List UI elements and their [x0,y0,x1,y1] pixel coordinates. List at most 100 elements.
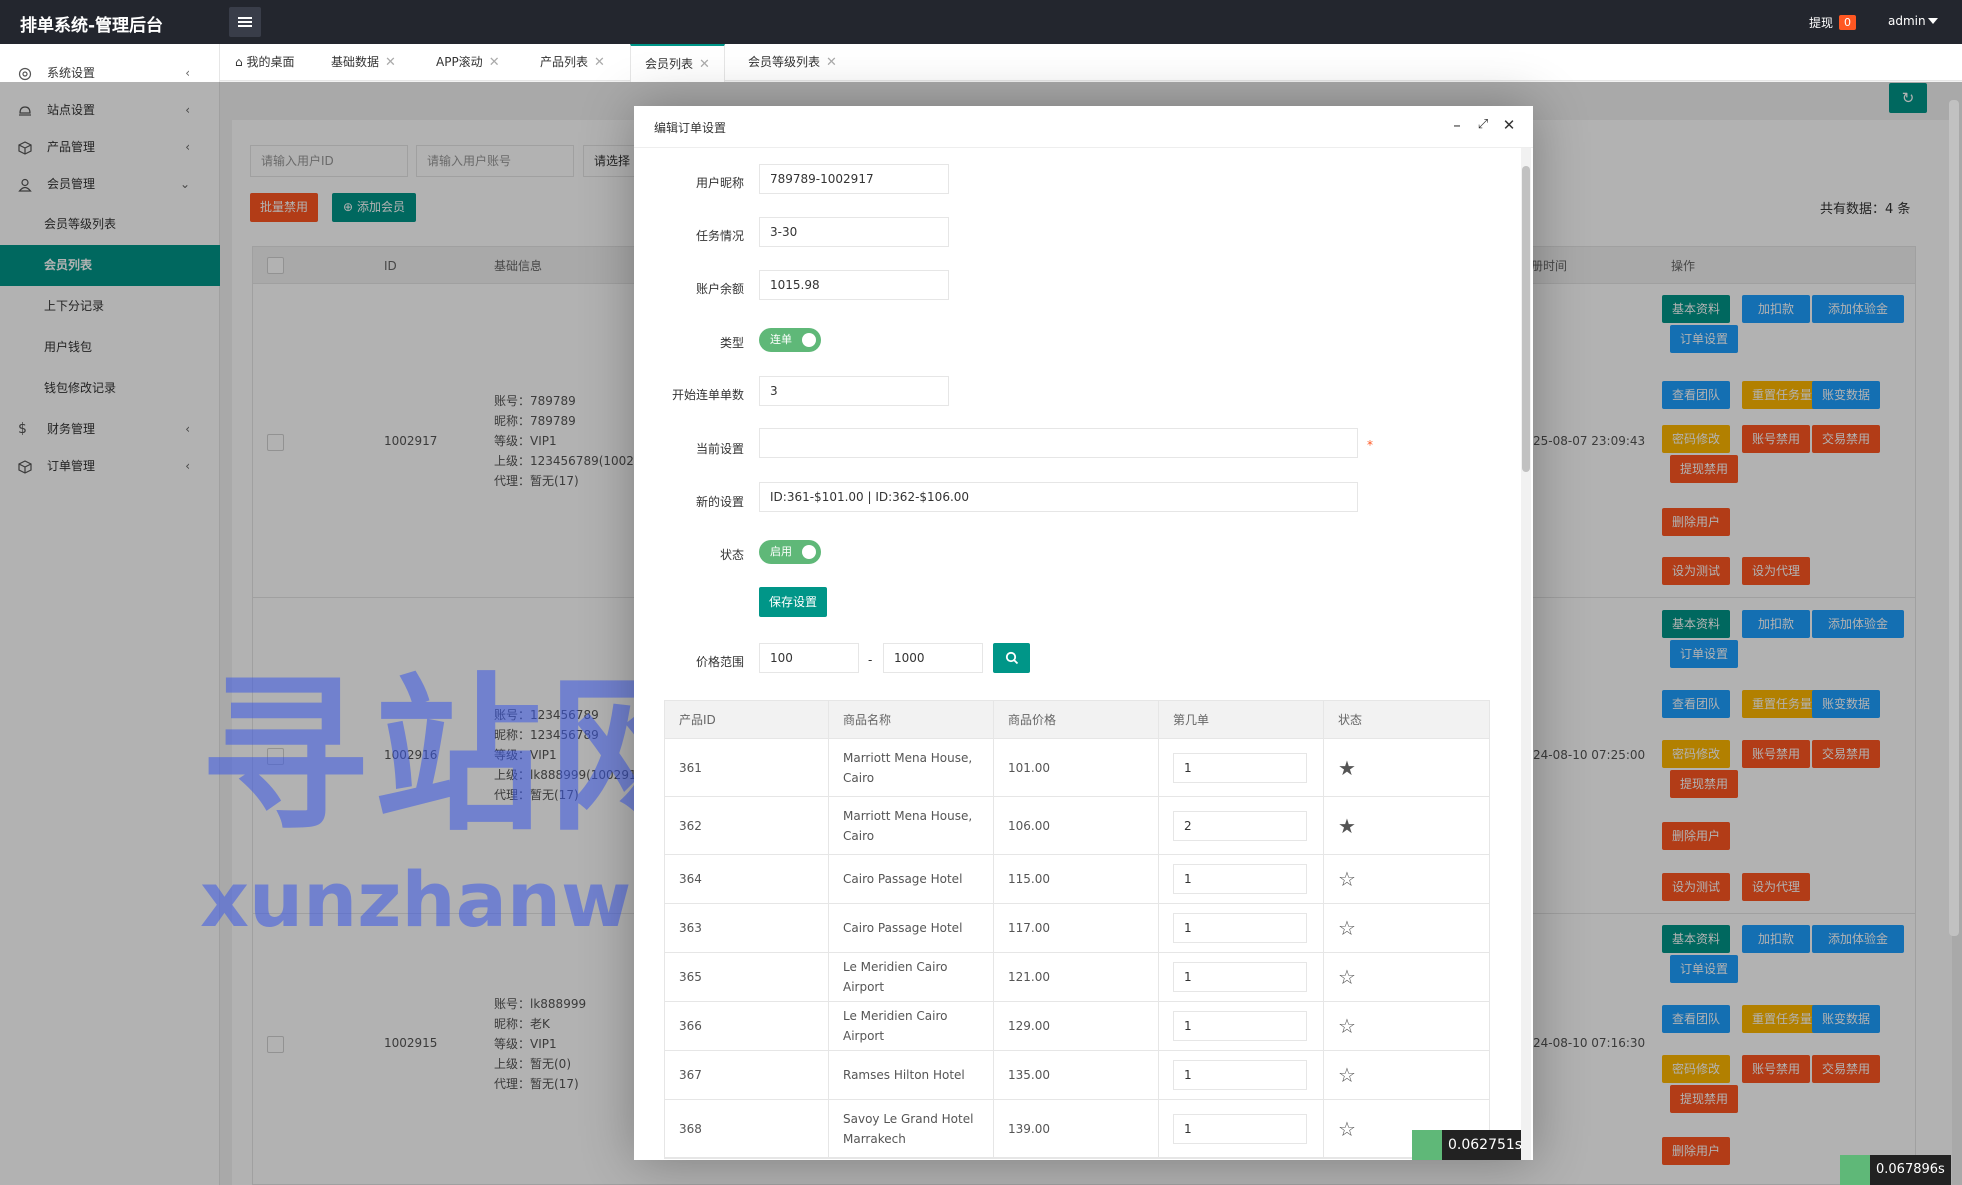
product-id: 363 [665,904,829,952]
order-number-cell: 1 [1159,904,1324,952]
order-number-input[interactable]: 1 [1173,1113,1307,1144]
tab-label: APP滚动 [436,55,483,69]
close-icon[interactable]: ✕ [489,55,500,70]
minimize-icon[interactable]: – [1448,116,1466,134]
close-icon[interactable]: ✕ [826,55,837,70]
product-row: 362 Marriott Mena House, Cairo 106.00 2 ★ [665,797,1489,855]
product-name: Marriott Mena House, Cairo [829,739,994,796]
tab-desktop[interactable]: ⌂ 我的桌面 [235,44,294,81]
order-number-input[interactable]: 1 [1173,913,1307,943]
order-number-input[interactable]: 1 [1173,864,1307,894]
page-timer: 0.067896s [1870,1155,1951,1185]
status-cell: ★ [1324,797,1490,854]
product-row: 361 Marriott Mena House, Cairo 101.00 1 ★ [665,739,1489,797]
star-outline-icon[interactable]: ☆ [1338,1063,1356,1087]
product-row: 366 Le Meridien Cairo Airport 129.00 1 ☆ [665,1002,1489,1051]
top-header: 排单系统-管理后台 提现 0 admin [0,0,1962,44]
product-price: 115.00 [994,855,1159,903]
order-number-cell: 1 [1159,1100,1324,1157]
close-icon[interactable]: ✕ [1500,116,1518,134]
star-outline-icon[interactable]: ☆ [1338,867,1356,891]
tab-member-levels[interactable]: 会员等级列表 ✕ [748,44,837,81]
page-scrollbar-thumb[interactable] [1949,100,1959,936]
order-number-input[interactable]: 1 [1173,962,1307,992]
product-id: 366 [665,1002,829,1050]
current-setting-field[interactable] [759,428,1358,458]
new-setting-label: 新的设置 [695,495,744,509]
close-icon[interactable]: ✕ [385,55,396,70]
start-count-field[interactable]: 3 [759,376,949,406]
tab-basic-data[interactable]: 基础数据 ✕ [331,44,396,81]
status-label: 状态 [719,548,744,562]
order-number-input[interactable]: 1 [1173,1060,1307,1090]
product-row: 365 Le Meridien Cairo Airport 121.00 1 ☆ [665,953,1489,1002]
star-outline-icon[interactable]: ☆ [1338,916,1356,940]
maximize-icon[interactable]: ⤢ [1474,116,1492,134]
price-range-label: 价格范围 [695,655,744,669]
status-toggle[interactable]: 启用 [759,540,821,564]
task-field[interactable]: 3-30 [759,217,949,247]
price-min-field[interactable]: 100 [759,643,859,673]
nickname-field[interactable]: 789789-1002917 [759,164,949,194]
new-setting-field[interactable]: ID:361-$101.00 | ID:362-$106.00 [759,482,1358,512]
order-number-input[interactable]: 2 [1173,810,1307,841]
close-icon[interactable]: ✕ [699,57,710,72]
app-title: 排单系统-管理后台 [20,16,164,36]
user-menu[interactable]: admin [1888,14,1926,28]
caret-down-icon[interactable] [1928,18,1938,24]
col-order-number: 第几单 [1159,701,1324,738]
task-label: 任务情况 [695,229,744,243]
product-row: 367 Ramses Hilton Hotel 135.00 1 ☆ [665,1051,1489,1100]
star-outline-icon[interactable]: ☆ [1338,1014,1356,1038]
withdraw-link[interactable]: 提现 [1809,14,1833,31]
col-product-name: 商品名称 [829,701,994,738]
product-table-header: 产品ID 商品名称 商品价格 第几单 状态 [665,701,1489,739]
col-product-price: 商品价格 [994,701,1159,738]
timer-logo-icon [1412,1130,1442,1160]
timer-logo-icon [1840,1155,1870,1185]
star-outline-icon[interactable]: ☆ [1338,965,1356,989]
product-name: Savoy Le Grand Hotel Marrakech [829,1100,994,1157]
product-id: 367 [665,1051,829,1099]
order-number-cell: 1 [1159,1002,1324,1050]
product-row: 368 Savoy Le Grand Hotel Marrakech 139.00 1… [665,1100,1489,1158]
order-number-cell: 1 [1159,855,1324,903]
order-number-cell: 2 [1159,797,1324,854]
product-id: 365 [665,953,829,1001]
product-row: 363 Cairo Passage Hotel 117.00 1 ☆ [665,904,1489,953]
product-id: 368 [665,1100,829,1157]
product-table-body: 361 Marriott Mena House, Cairo 101.00 1 ★ 362… [665,739,1489,1158]
order-number-input[interactable]: 1 [1173,1011,1307,1041]
col-status: 状态 [1338,713,1363,727]
menu-toggle-button[interactable] [229,7,261,37]
price-search-button[interactable] [993,643,1030,673]
status-cell: ☆ [1324,904,1490,952]
modal-scrollbar-thumb[interactable] [1522,166,1530,472]
product-price: 117.00 [994,904,1159,952]
tab-member-list[interactable]: 会员列表 ✕ [630,44,725,82]
price-max-field[interactable]: 1000 [883,643,983,673]
tab-label: 会员列表 [645,57,694,71]
star-filled-icon[interactable]: ★ [1338,814,1356,838]
balance-field[interactable]: 1015.98 [759,270,949,300]
modal-timer: 0.062751s [1442,1130,1529,1160]
status-cell: ★ [1324,739,1490,796]
tab-app-scroll[interactable]: APP滚动 ✕ [436,44,500,81]
product-name: Le Meridien Cairo Airport [829,953,994,1001]
tab-label: 基础数据 [331,55,380,69]
order-number-input[interactable]: 1 [1173,752,1307,783]
product-price: 121.00 [994,953,1159,1001]
star-filled-icon[interactable]: ★ [1338,756,1356,780]
tab-product-list[interactable]: 产品列表 ✕ [540,44,605,81]
edit-order-settings-modal: 编辑订单设置 – ⤢ ✕ 用户昵称 789789-1002917 任务情况 3-… [634,106,1533,1160]
product-id: 361 [665,739,829,796]
product-price: 139.00 [994,1100,1159,1157]
star-outline-icon[interactable]: ☆ [1338,1117,1356,1141]
start-count-label: 开始连单单数 [671,388,744,402]
type-toggle[interactable]: 连单 [759,328,821,352]
close-icon[interactable]: ✕ [594,55,605,70]
product-table: 产品ID 商品名称 商品价格 第几单 状态 361 Marriott Mena H… [664,700,1490,1159]
order-number-cell: 1 [1159,739,1324,796]
save-settings-button[interactable]: 保存设置 [759,587,827,617]
status-cell: ☆ [1324,953,1490,1001]
